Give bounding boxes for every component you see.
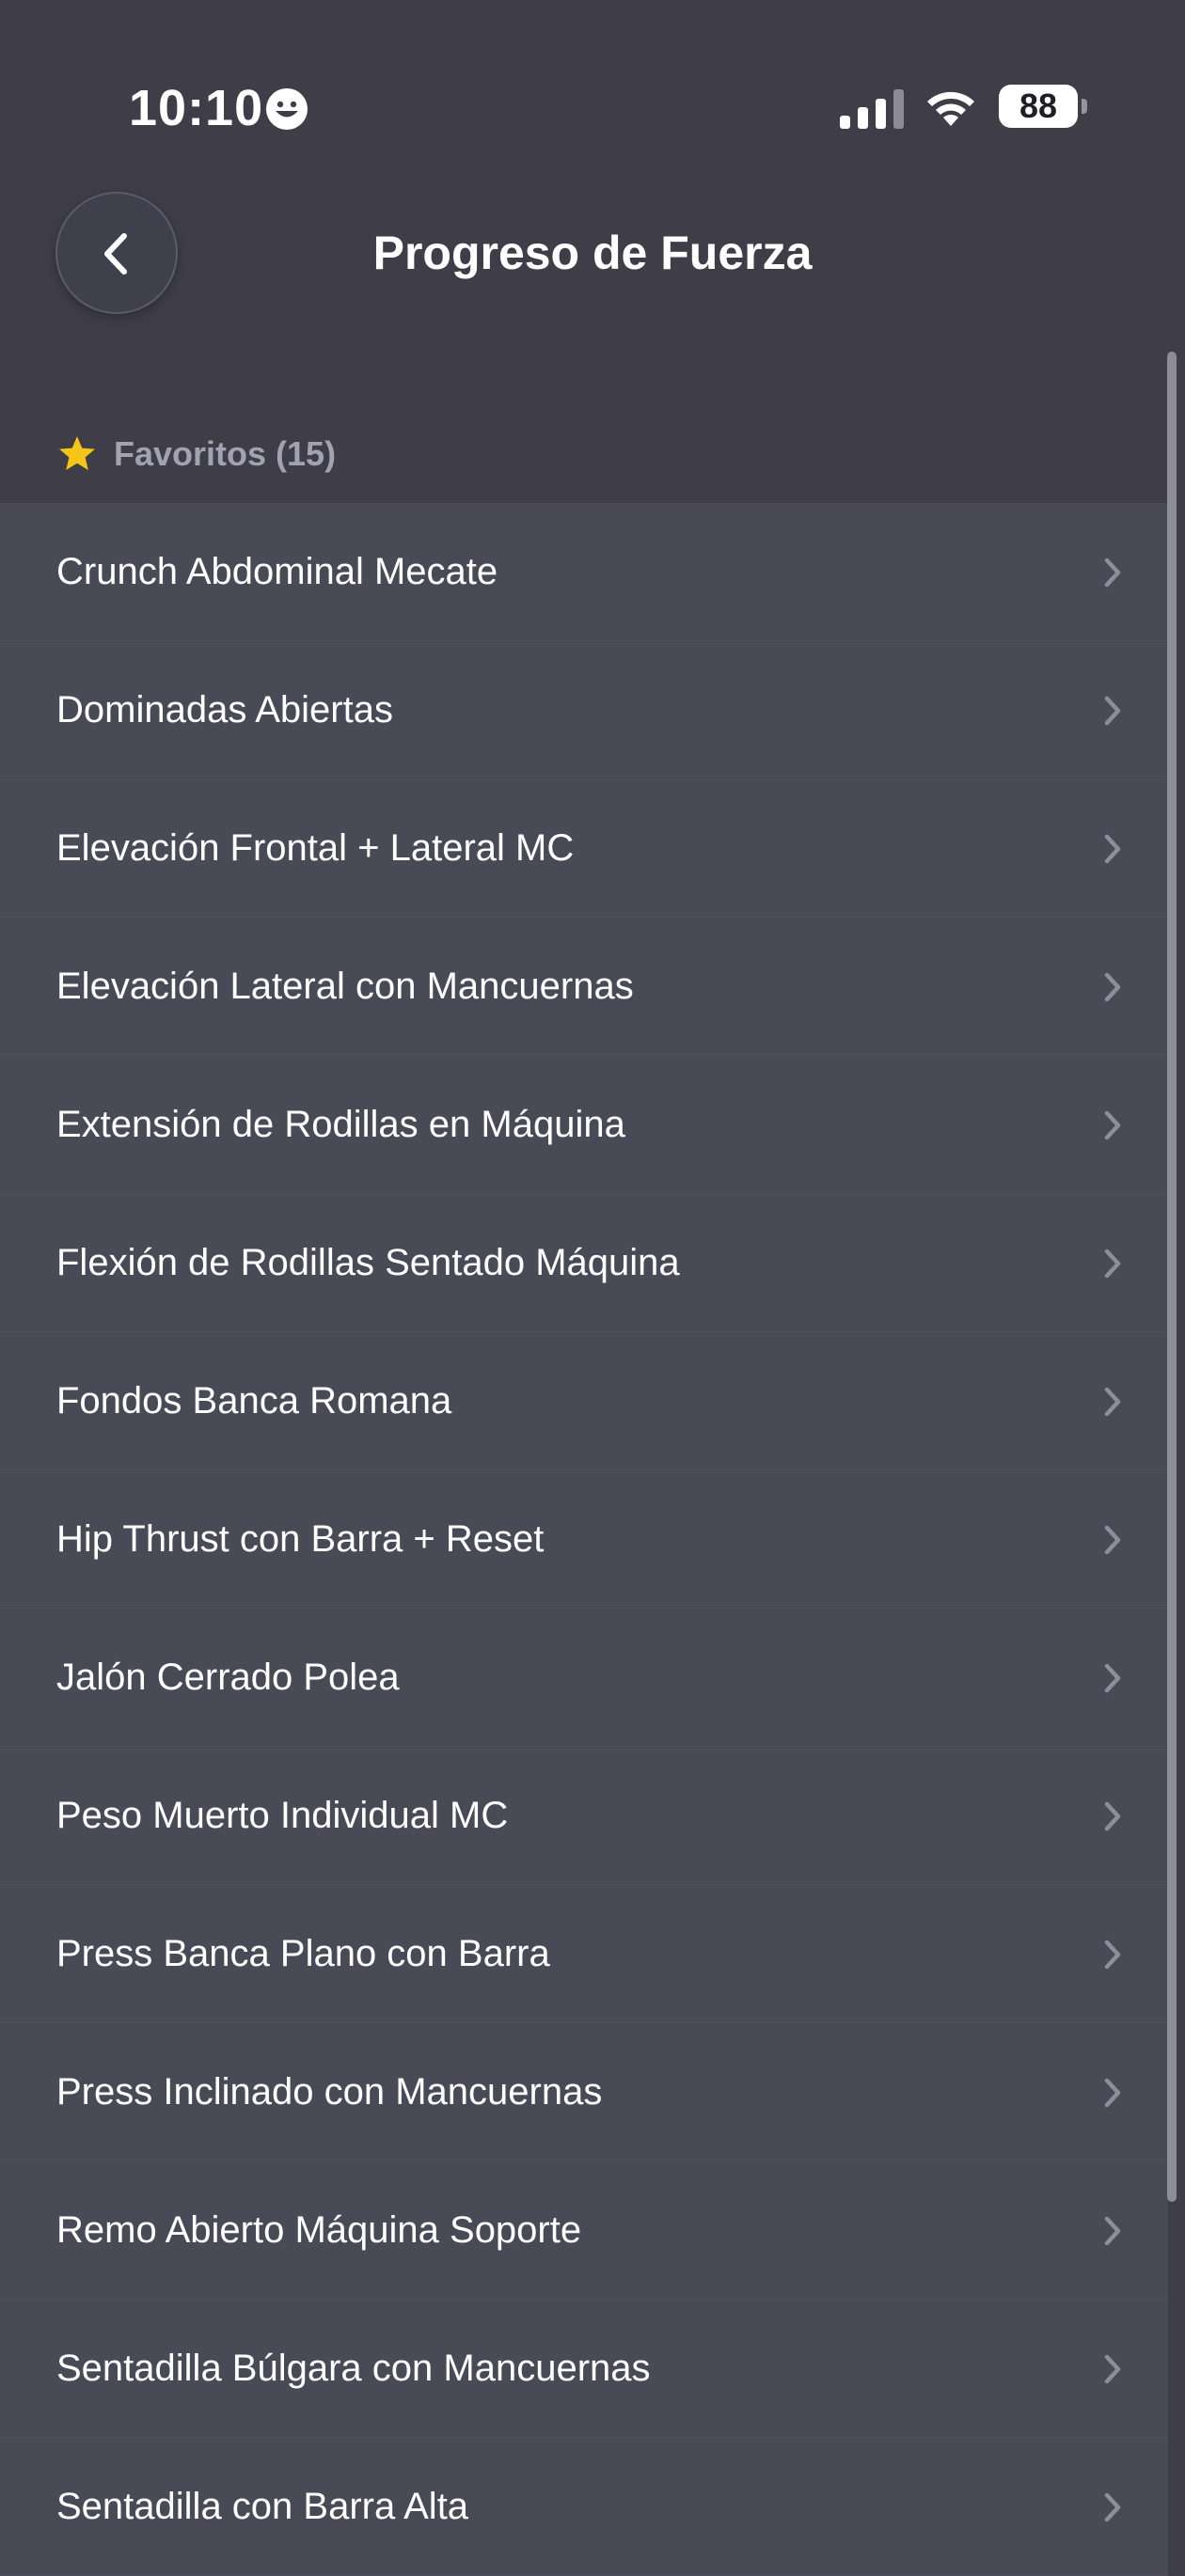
chevron-right-icon <box>1104 972 1121 1002</box>
list-item[interactable]: Press Inclinado con Mancuernas <box>0 2023 1168 2161</box>
list-item[interactable]: Hip Thrust con Barra + Reset <box>0 1470 1168 1609</box>
exercise-name: Fondos Banca Romana <box>56 1380 452 1422</box>
list-item[interactable]: Elevación Frontal + Lateral MC <box>0 779 1168 918</box>
list-item[interactable]: Remo Abierto Máquina Soporte <box>0 2161 1168 2300</box>
chevron-right-icon <box>1104 1249 1121 1279</box>
exercise-name: Elevación Frontal + Lateral MC <box>56 827 575 869</box>
exercise-name: Crunch Abdominal Mecate <box>56 551 498 592</box>
exercise-name: Hip Thrust con Barra + Reset <box>56 1518 545 1560</box>
list-item[interactable]: Crunch Abdominal Mecate <box>0 503 1168 641</box>
chevron-right-icon <box>1104 1387 1121 1417</box>
chevron-right-icon <box>1104 1110 1121 1140</box>
battery-level: 88 <box>1019 86 1058 125</box>
chevron-right-icon <box>1104 834 1121 864</box>
scrollbar-thumb[interactable] <box>1167 352 1177 2202</box>
smiley-face-icon <box>266 88 308 130</box>
page-title: Progreso de Fuerza <box>372 227 813 279</box>
list-item[interactable]: Sentadilla con Barra Alta <box>0 2438 1168 2576</box>
chevron-right-icon <box>1104 1801 1121 1831</box>
battery-indicator: 88 <box>999 85 1089 128</box>
chevron-left-icon <box>104 233 127 275</box>
status-bar: 10:10 88 <box>0 0 1185 188</box>
exercise-name: Extensión de Rodillas en Máquina <box>56 1104 625 1145</box>
section-header-favorites: Favoritos (15) <box>56 431 336 478</box>
back-button[interactable] <box>55 192 178 314</box>
exercise-name: Peso Muerto Individual MC <box>56 1795 509 1836</box>
wifi-icon <box>927 91 974 126</box>
chevron-right-icon <box>1104 1940 1121 1970</box>
exercise-name: Jalón Cerrado Polea <box>56 1657 400 1698</box>
list-item[interactable]: Press Banca Plano con Barra <box>0 1885 1168 2023</box>
chevron-right-icon <box>1104 2492 1121 2522</box>
section-title: Favoritos (15) <box>114 434 337 473</box>
exercise-name: Press Inclinado con Mancuernas <box>56 2071 603 2113</box>
exercise-list: Crunch Abdominal Mecate Dominadas Abiert… <box>0 503 1168 2576</box>
chevron-right-icon <box>1104 1525 1121 1555</box>
list-item[interactable]: Extensión de Rodillas en Máquina <box>0 1056 1168 1194</box>
chevron-right-icon <box>1104 696 1121 726</box>
exercise-name: Dominadas Abiertas <box>56 689 393 730</box>
chevron-right-icon <box>1104 2354 1121 2384</box>
exercise-name: Flexión de Rodillas Sentado Máquina <box>56 1242 680 1283</box>
exercise-name: Elevación Lateral con Mancuernas <box>56 966 634 1007</box>
list-item[interactable]: Peso Muerto Individual MC <box>0 1747 1168 1885</box>
chevron-right-icon <box>1104 1663 1121 1693</box>
status-time: 10:10 <box>129 80 264 136</box>
exercise-name: Sentadilla con Barra Alta <box>56 2486 469 2527</box>
exercise-name: Sentadilla Búlgara con Mancuernas <box>56 2348 651 2389</box>
battery-cap <box>1082 99 1087 114</box>
exercise-name: Press Banca Plano con Barra <box>56 1933 550 1974</box>
exercise-name: Remo Abierto Máquina Soporte <box>56 2209 582 2251</box>
list-item[interactable]: Flexión de Rodillas Sentado Máquina <box>0 1194 1168 1332</box>
list-item[interactable]: Jalón Cerrado Polea <box>0 1609 1168 1747</box>
list-item[interactable]: Fondos Banca Romana <box>0 1332 1168 1470</box>
chevron-right-icon <box>1104 2078 1121 2108</box>
list-item[interactable]: Dominadas Abiertas <box>0 641 1168 779</box>
chevron-right-icon <box>1104 558 1121 588</box>
chevron-right-icon <box>1104 2216 1121 2246</box>
list-item[interactable]: Elevación Lateral con Mancuernas <box>0 918 1168 1056</box>
star-icon <box>59 436 95 470</box>
list-item[interactable]: Sentadilla Búlgara con Mancuernas <box>0 2300 1168 2438</box>
cellular-signal-icon <box>840 89 904 129</box>
